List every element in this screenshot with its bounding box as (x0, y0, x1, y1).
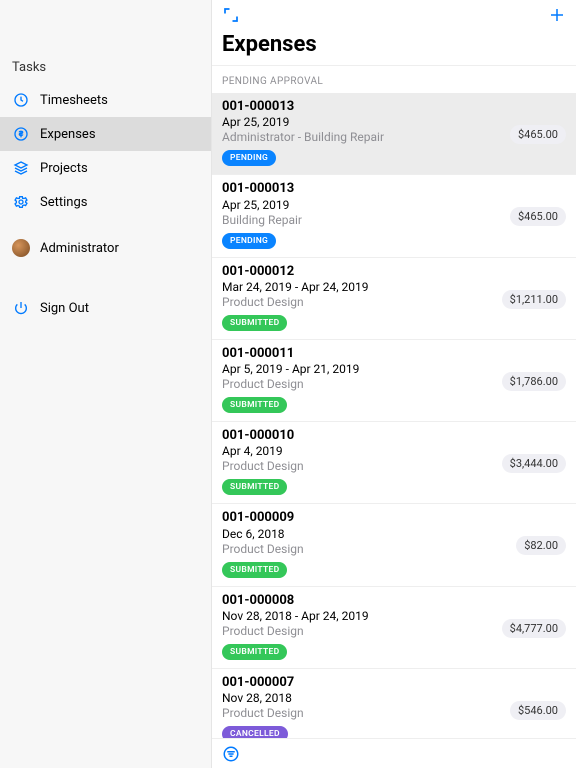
gear-icon (12, 193, 30, 211)
expense-row[interactable]: 001-000011Apr 5, 2019 - Apr 21, 2019Prod… (212, 340, 576, 422)
expense-id: 001-000007 (222, 675, 502, 691)
expense-id: 001-000011 (222, 346, 494, 362)
status-badge: SUBMITTED (222, 562, 287, 578)
section-header: PENDING APPROVAL (212, 66, 576, 93)
expense-date: Apr 25, 2019 (222, 115, 502, 130)
expense-desc: Product Design (222, 624, 494, 639)
sidebar-item-timesheets[interactable]: Timesheets (0, 83, 211, 117)
sidebar-title: Tasks (0, 56, 211, 83)
expense-desc: Product Design (222, 295, 494, 310)
expense-date: Apr 5, 2019 - Apr 21, 2019 (222, 362, 494, 377)
expense-id: 001-000013 (222, 99, 502, 115)
sidebar: Tasks Timesheets Expenses Projects Setti… (0, 0, 212, 768)
sidebar-item-label: Expenses (40, 127, 96, 142)
status-badge: SUBMITTED (222, 644, 287, 660)
dollar-circle-icon (12, 125, 30, 143)
expense-amount: $3,444.00 (502, 454, 566, 473)
expense-amount: $1,786.00 (502, 372, 566, 391)
main: Expenses PENDING APPROVAL 001-000013Apr … (212, 0, 576, 768)
expense-date: Nov 28, 2018 - Apr 24, 2019 (222, 609, 494, 624)
status-badge: SUBMITTED (222, 479, 287, 495)
sidebar-item-label: Sign Out (40, 301, 89, 316)
expense-amount: $465.00 (510, 125, 566, 144)
status-badge: SUBMITTED (222, 397, 287, 413)
expense-id: 001-000010 (222, 428, 494, 444)
bottombar (212, 738, 576, 768)
expense-desc: Building Repair (222, 213, 502, 228)
sidebar-item-label: Settings (40, 195, 87, 210)
sidebar-item-settings[interactable]: Settings (0, 185, 211, 219)
status-badge: PENDING (222, 233, 276, 249)
expense-row[interactable]: 001-000012Mar 24, 2019 - Apr 24, 2019Pro… (212, 258, 576, 340)
expense-desc: Product Design (222, 706, 502, 721)
expense-row[interactable]: 001-000013Apr 25, 2019Administrator - Bu… (212, 93, 576, 175)
sidebar-item-projects[interactable]: Projects (0, 151, 211, 185)
expense-amount: $4,777.00 (502, 619, 566, 638)
expense-list[interactable]: 001-000013Apr 25, 2019Administrator - Bu… (212, 93, 576, 738)
expense-row[interactable]: 001-000013Apr 25, 2019Building Repair PEN… (212, 175, 576, 257)
expense-amount: $1,211.00 (502, 290, 566, 309)
topbar (212, 0, 576, 30)
expense-date: Nov 28, 2018 (222, 691, 502, 706)
page-title: Expenses (212, 30, 576, 66)
expense-date: Dec 6, 2018 (222, 527, 508, 542)
expense-row[interactable]: 001-000010Apr 4, 2019Product Design SUBMI… (212, 422, 576, 504)
expense-id: 001-000009 (222, 510, 508, 526)
expense-date: Apr 25, 2019 (222, 198, 502, 213)
sidebar-item-user[interactable]: Administrator (0, 231, 211, 265)
expand-icon[interactable] (222, 6, 240, 24)
expense-row[interactable]: 001-000008Nov 28, 2018 - Apr 24, 2019Pro… (212, 587, 576, 669)
expense-date: Apr 4, 2019 (222, 444, 494, 459)
expense-desc: Administrator - Building Repair (222, 130, 502, 145)
avatar (12, 239, 30, 257)
expense-row[interactable]: 001-000009Dec 6, 2018Product Design SUBMI… (212, 504, 576, 586)
expense-desc: Product Design (222, 377, 494, 392)
expense-id: 001-000012 (222, 264, 494, 280)
sidebar-item-label: Timesheets (40, 93, 108, 108)
expense-row[interactable]: 001-000007Nov 28, 2018Product Design CANC… (212, 669, 576, 738)
expense-amount: $465.00 (510, 207, 566, 226)
status-badge: SUBMITTED (222, 315, 287, 331)
clock-icon (12, 91, 30, 109)
sidebar-item-expenses[interactable]: Expenses (0, 117, 211, 151)
expense-desc: Product Design (222, 542, 508, 557)
layers-icon (12, 159, 30, 177)
expense-id: 001-000008 (222, 593, 494, 609)
expense-amount: $82.00 (516, 536, 566, 555)
power-icon (12, 299, 30, 317)
expense-date: Mar 24, 2019 - Apr 24, 2019 (222, 280, 494, 295)
sidebar-item-label: Projects (40, 161, 88, 176)
sidebar-item-label: Administrator (40, 241, 119, 256)
status-badge: CANCELLED (222, 726, 288, 738)
sidebar-item-signout[interactable]: Sign Out (0, 291, 211, 325)
add-button[interactable] (548, 6, 566, 24)
filter-icon[interactable] (222, 745, 240, 763)
expense-desc: Product Design (222, 459, 494, 474)
expense-amount: $546.00 (510, 701, 566, 720)
status-badge: PENDING (222, 150, 276, 166)
expense-id: 001-000013 (222, 181, 502, 197)
